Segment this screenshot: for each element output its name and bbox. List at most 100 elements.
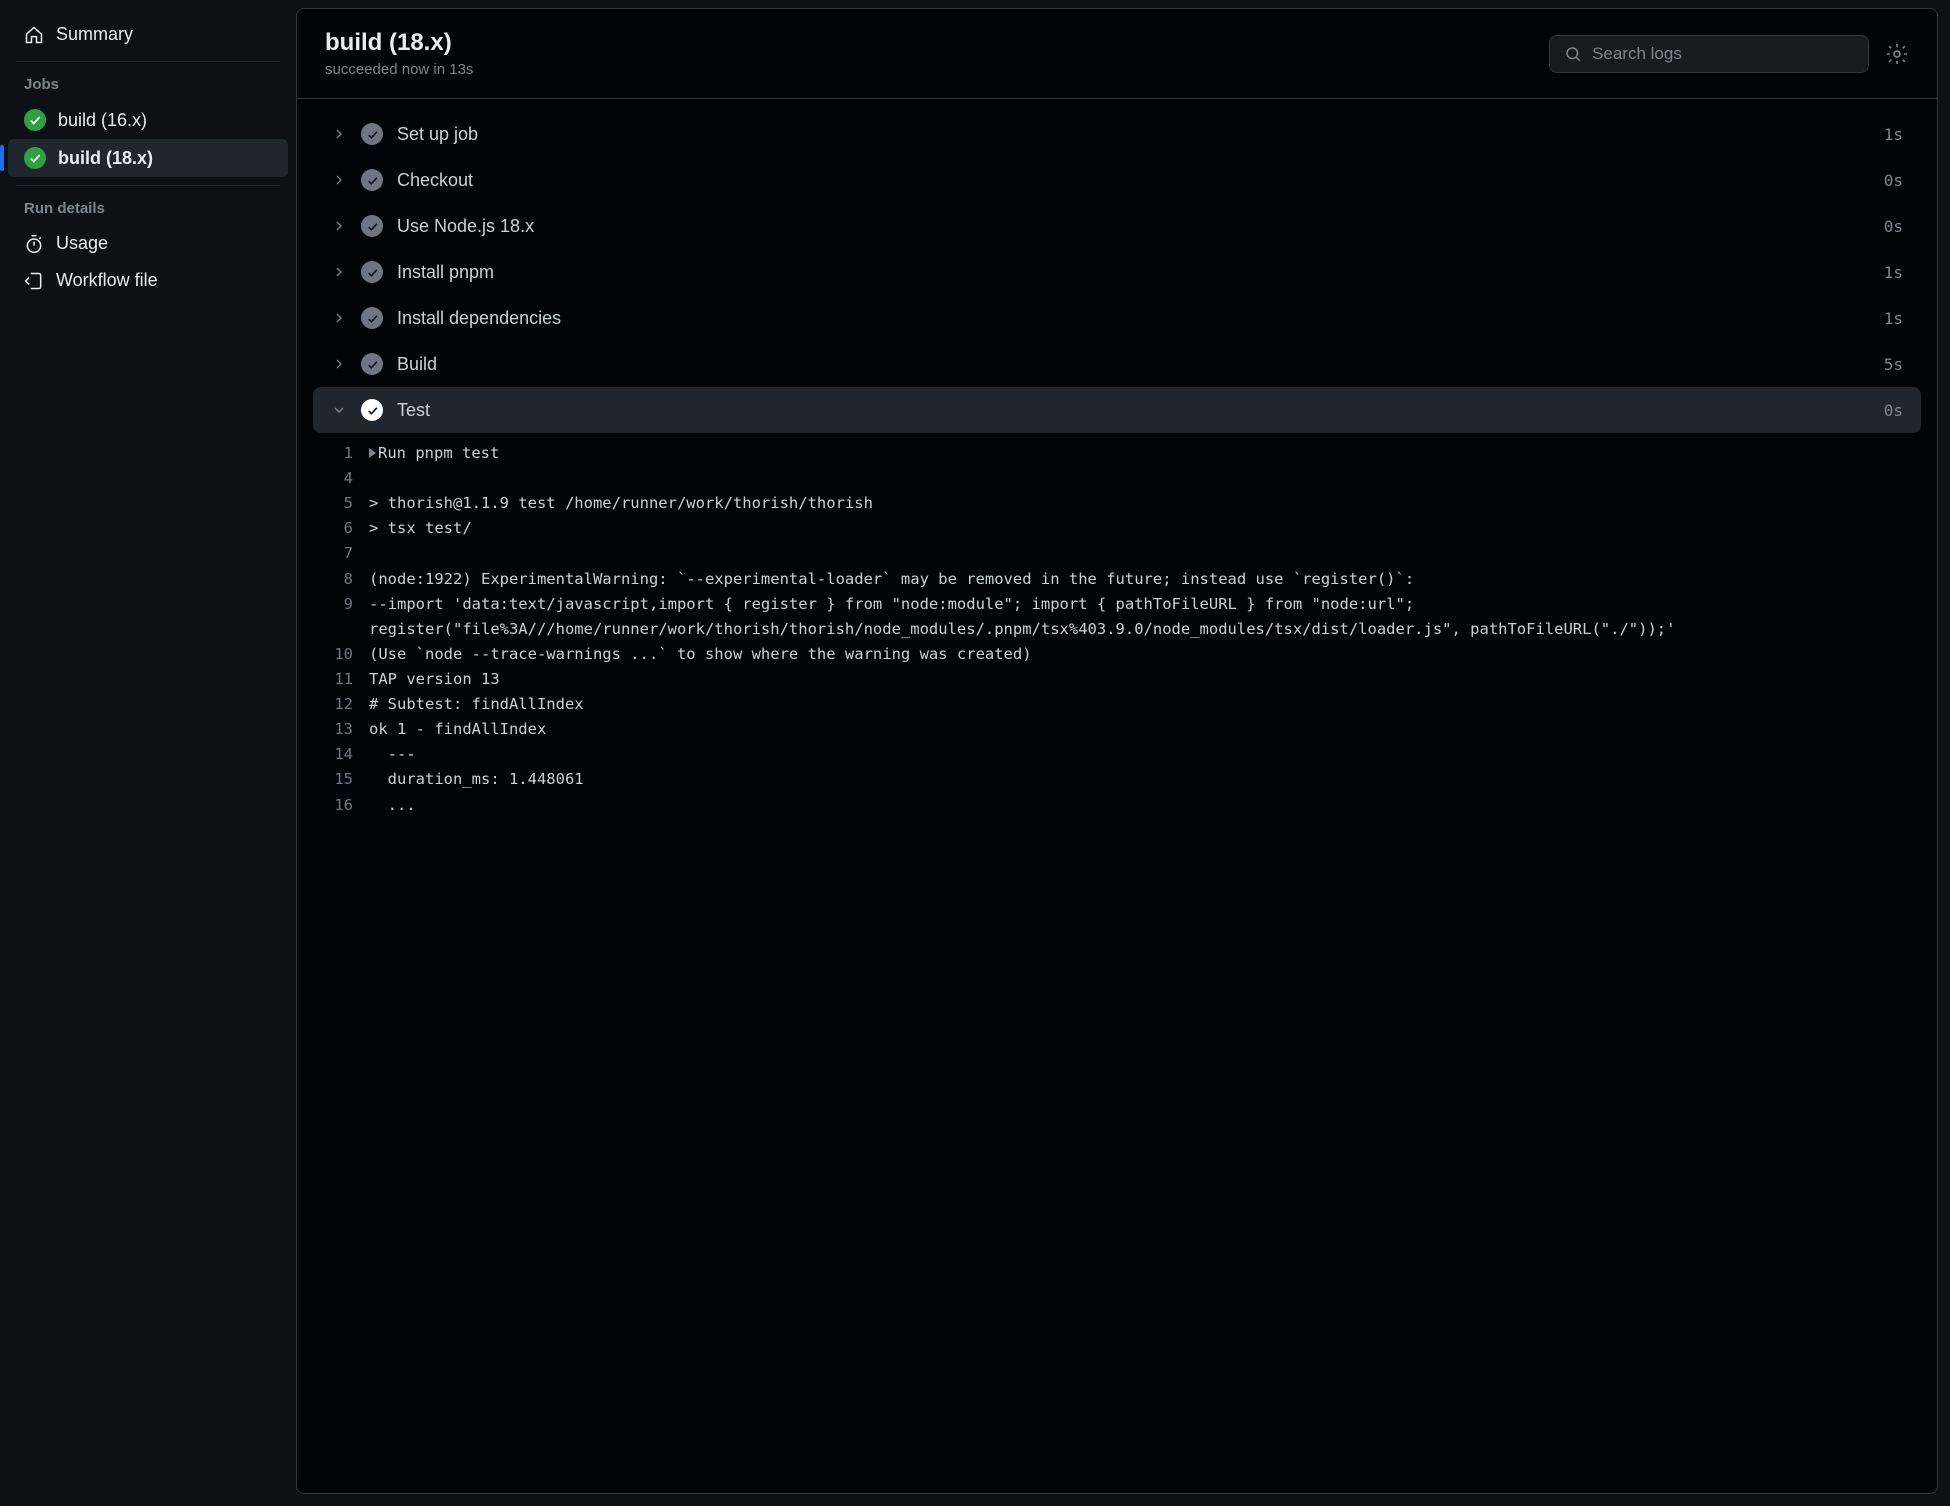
step-test[interactable]: Test 0s [313, 387, 1921, 433]
divider [16, 61, 280, 62]
step-duration: 1s [1884, 125, 1903, 144]
step-build[interactable]: Build 5s [313, 341, 1921, 387]
log-line: 14 --- [313, 742, 1905, 767]
log-line-text: duration_ms: 1.448061 [369, 767, 1905, 792]
check-circle-icon [361, 399, 383, 421]
log-line: 7 [313, 541, 1905, 566]
log-line-text: (node:1922) ExperimentalWarning: `--expe… [369, 567, 1905, 592]
log-line-text: ... [369, 793, 1905, 818]
log-line-number: 12 [313, 692, 369, 717]
step-label: Build [397, 354, 1870, 375]
step-label: Checkout [397, 170, 1870, 191]
check-circle-icon [24, 109, 46, 131]
step-label: Install dependencies [397, 308, 1870, 329]
log-line-number: 14 [313, 742, 369, 767]
log-line-text: > tsx test/ [369, 516, 1905, 541]
log-line-number: 15 [313, 767, 369, 792]
step-checkout[interactable]: Checkout 0s [313, 157, 1921, 203]
main-panel: build (18.x) succeeded now in 13s Set up… [296, 8, 1938, 1494]
log-line: 11TAP version 13 [313, 667, 1905, 692]
log-line-text: > thorish@1.1.9 test /home/runner/work/t… [369, 491, 1905, 516]
sidebar-job-label: build (16.x) [58, 110, 147, 131]
log-line: 13ok 1 - findAllIndex [313, 717, 1905, 742]
check-circle-icon [361, 215, 383, 237]
chevron-down-icon [331, 402, 347, 418]
log-line-text: TAP version 13 [369, 667, 1905, 692]
check-circle-icon [361, 123, 383, 145]
step-duration: 0s [1884, 171, 1903, 190]
check-circle-icon [361, 169, 383, 191]
sidebar-usage-label: Usage [56, 233, 108, 254]
step-label: Install pnpm [397, 262, 1870, 283]
log-line-number: 5 [313, 491, 369, 516]
log-line: 15 duration_ms: 1.448061 [313, 767, 1905, 792]
log-line-text: # Subtest: findAllIndex [369, 692, 1905, 717]
check-circle-icon [361, 261, 383, 283]
log-line-number: 7 [313, 541, 369, 566]
sidebar-run-details-heading: Run details [8, 198, 288, 225]
steps-list: Set up job 1s Checkout 0s Use Node.js 18… [297, 99, 1937, 1493]
sidebar-job-label: build (18.x) [58, 148, 153, 169]
job-header: build (18.x) succeeded now in 13s [297, 9, 1937, 99]
search-logs-field[interactable] [1549, 35, 1869, 73]
sidebar-job-build-16x[interactable]: build (16.x) [8, 101, 288, 139]
sidebar-summary[interactable]: Summary [8, 16, 288, 53]
sidebar-summary-label: Summary [56, 24, 133, 45]
log-line: 6> tsx test/ [313, 516, 1905, 541]
search-logs-input[interactable] [1592, 44, 1854, 64]
log-line-text: ok 1 - findAllIndex [369, 717, 1905, 742]
log-line-number: 9 [313, 592, 369, 617]
step-duration: 5s [1884, 355, 1903, 374]
check-circle-icon [361, 307, 383, 329]
log-line: 8(node:1922) ExperimentalWarning: `--exp… [313, 567, 1905, 592]
chevron-right-icon [331, 126, 347, 142]
log-output: 1Run pnpm test45> thorish@1.1.9 test /ho… [313, 433, 1921, 826]
log-line-number: 4 [313, 466, 369, 491]
workflow-file-icon [24, 271, 44, 291]
step-label: Set up job [397, 124, 1870, 145]
log-line-number: 11 [313, 667, 369, 692]
step-label: Use Node.js 18.x [397, 216, 1870, 237]
log-line-number: 1 [313, 441, 369, 466]
chevron-right-icon [331, 310, 347, 326]
log-line-number: 6 [313, 516, 369, 541]
step-install-pnpm[interactable]: Install pnpm 1s [313, 249, 1921, 295]
step-install-deps[interactable]: Install dependencies 1s [313, 295, 1921, 341]
log-line-number: 13 [313, 717, 369, 742]
settings-button[interactable] [1885, 42, 1909, 66]
log-line-text: (Use `node --trace-warnings ...` to show… [369, 642, 1905, 667]
sidebar: Summary Jobs build (16.x) build (18.x) R… [0, 0, 296, 1506]
log-line: 9--import 'data:text/javascript,import {… [313, 592, 1905, 642]
sidebar-workflow-file[interactable]: Workflow file [8, 262, 288, 299]
log-line-number: 16 [313, 793, 369, 818]
log-line-text: --- [369, 742, 1905, 767]
check-circle-icon [361, 353, 383, 375]
log-line: 4 [313, 466, 1905, 491]
sidebar-workflow-file-label: Workflow file [56, 270, 158, 291]
job-title: build (18.x) [325, 29, 473, 57]
log-line-text: Run pnpm test [369, 441, 1905, 466]
chevron-right-icon [331, 172, 347, 188]
step-label: Test [397, 400, 1870, 421]
gear-icon [1885, 42, 1909, 66]
sidebar-job-build-18x[interactable]: build (18.x) [8, 139, 288, 177]
step-duration: 1s [1884, 263, 1903, 282]
step-duration: 1s [1884, 309, 1903, 328]
sidebar-jobs-heading: Jobs [8, 74, 288, 101]
log-line: 5> thorish@1.1.9 test /home/runner/work/… [313, 491, 1905, 516]
log-line-number: 8 [313, 567, 369, 592]
chevron-right-icon [331, 264, 347, 280]
step-duration: 0s [1884, 401, 1903, 420]
step-use-node[interactable]: Use Node.js 18.x 0s [313, 203, 1921, 249]
step-set-up-job[interactable]: Set up job 1s [313, 111, 1921, 157]
search-icon [1564, 44, 1582, 64]
chevron-right-icon [331, 356, 347, 372]
log-line: 10(Use `node --trace-warnings ...` to sh… [313, 642, 1905, 667]
fold-triangle-icon[interactable] [369, 448, 376, 458]
log-line-number: 10 [313, 642, 369, 667]
log-line: 16 ... [313, 793, 1905, 818]
home-icon [24, 25, 44, 45]
sidebar-usage[interactable]: Usage [8, 225, 288, 262]
log-line: 12# Subtest: findAllIndex [313, 692, 1905, 717]
job-subtitle: succeeded now in 13s [325, 61, 473, 78]
